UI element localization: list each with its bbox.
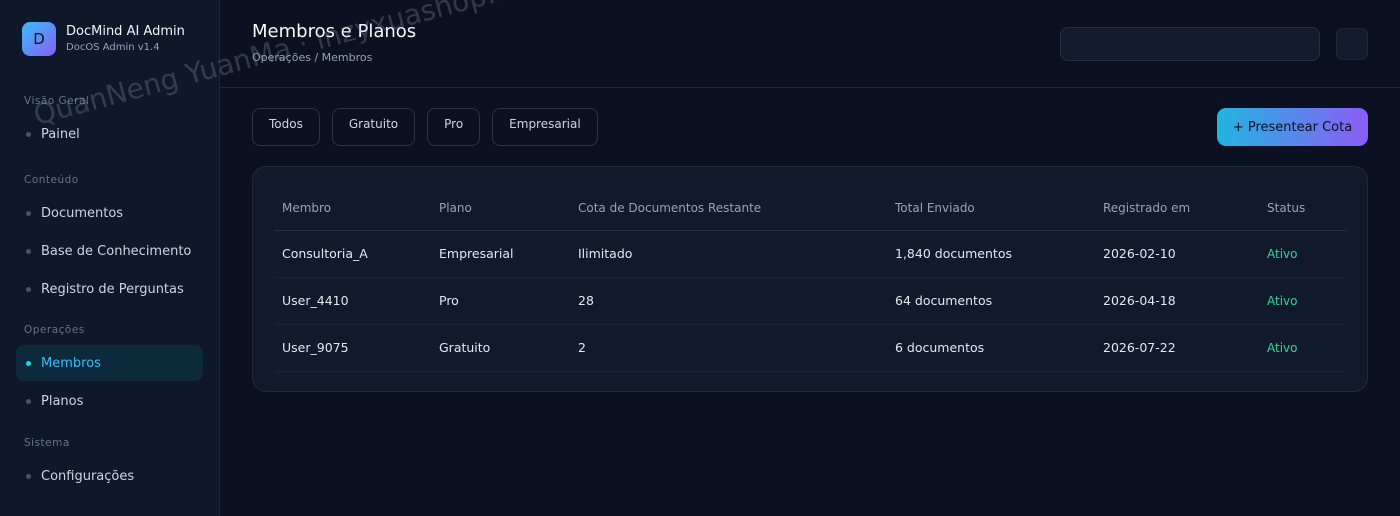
bullet-icon [26, 248, 31, 254]
filter-gratuito[interactable]: Gratuito [331, 108, 416, 146]
page-title: Membros e Planos [252, 21, 417, 42]
bullet-icon [26, 360, 31, 366]
filter-pro[interactable]: Pro [427, 108, 481, 146]
members-table: Membro Plano Cota de Documentos Restante… [274, 186, 1347, 372]
filter-todos[interactable]: Todos [252, 108, 320, 146]
cell-plan: Gratuito [431, 324, 570, 372]
sidebar-item-painel[interactable]: Painel [16, 116, 203, 152]
section-label-overview: Visão Geral [24, 95, 90, 107]
sidebar-item-label: Base de Conhecimento [41, 243, 192, 259]
table-row[interactable]: Consultoria_A Empresarial Ilimitado 1,84… [274, 230, 1347, 278]
main-content: Membros e Planos Operações / Membros Tod… [220, 0, 1400, 516]
sidebar-item-base-conhecimento[interactable]: Base de Conhecimento [16, 233, 203, 269]
cell-total: 6 documentos [887, 324, 1095, 372]
gift-quota-button[interactable]: + Presentear Cota [1217, 108, 1368, 146]
brand-subtitle: DocOS Admin v1.4 [66, 41, 160, 53]
search-input[interactable] [1060, 27, 1320, 61]
cell-registered: 2026-07-22 [1095, 324, 1259, 372]
status-badge: Ativo [1259, 277, 1347, 325]
cell-member: User_4410 [274, 277, 431, 325]
status-badge: Ativo [1259, 230, 1347, 278]
sidebar-item-label: Planos [41, 393, 84, 409]
filter-empresarial[interactable]: Empresarial [492, 108, 598, 146]
sidebar-item-label: Documentos [41, 205, 124, 221]
cell-plan: Pro [431, 277, 570, 325]
topbar: Membros e Planos Operações / Membros [220, 0, 1400, 88]
sidebar-item-planos[interactable]: Planos [16, 383, 203, 419]
bullet-icon [26, 210, 31, 216]
section-label-operations: Operações [24, 324, 85, 336]
bullet-icon [26, 473, 31, 479]
section-label-content: Conteúdo [24, 174, 79, 186]
sidebar-item-label: Painel [41, 126, 80, 142]
bullet-icon [26, 286, 31, 292]
brand-logo: D [22, 22, 56, 56]
cell-registered: 2026-02-10 [1095, 230, 1259, 278]
section-label-system: Sistema [24, 437, 70, 449]
column-header[interactable]: Cota de Documentos Restante [570, 186, 887, 231]
cell-quota: 2 [570, 324, 887, 372]
members-table-card: Membro Plano Cota de Documentos Restante… [252, 166, 1368, 392]
user-menu-button[interactable] [1336, 28, 1368, 60]
column-header[interactable]: Registrado em [1095, 186, 1259, 231]
cell-plan: Empresarial [431, 230, 570, 278]
cell-total: 1,840 documentos [887, 230, 1095, 278]
sidebar-item-registro-perguntas[interactable]: Registro de Perguntas [16, 271, 203, 307]
cell-member: Consultoria_A [274, 230, 431, 278]
plan-filters: Todos Gratuito Pro Empresarial [252, 108, 598, 146]
breadcrumb: Operações / Membros [252, 51, 373, 64]
bullet-icon [26, 398, 31, 404]
cell-registered: 2026-04-18 [1095, 277, 1259, 325]
cell-quota: 28 [570, 277, 887, 325]
cell-quota: Ilimitado [570, 230, 887, 278]
cell-total: 64 documentos [887, 277, 1095, 325]
sidebar-item-configuracoes[interactable]: Configurações [16, 458, 203, 494]
sidebar-item-documentos[interactable]: Documentos [16, 195, 203, 231]
column-header[interactable]: Membro [274, 186, 431, 231]
bullet-icon [26, 131, 31, 137]
table-row[interactable]: User_9075 Gratuito 2 6 documentos 2026-0… [274, 324, 1347, 372]
sidebar: D DocMind AI Admin DocOS Admin v1.4 Visã… [0, 0, 220, 516]
sidebar-item-label: Membros [41, 355, 101, 371]
column-header[interactable]: Total Enviado [887, 186, 1095, 231]
column-header[interactable]: Status [1259, 186, 1347, 231]
sidebar-item-label: Registro de Perguntas [41, 281, 184, 297]
sidebar-item-membros[interactable]: Membros [16, 345, 203, 381]
table-header-row: Membro Plano Cota de Documentos Restante… [274, 186, 1347, 231]
sidebar-item-label: Configurações [41, 468, 135, 484]
column-header[interactable]: Plano [431, 186, 570, 231]
brand-title: DocMind AI Admin [66, 23, 185, 39]
brand: D DocMind AI Admin DocOS Admin v1.4 [22, 22, 203, 56]
cell-member: User_9075 [274, 324, 431, 372]
status-badge: Ativo [1259, 324, 1347, 372]
app-root: D DocMind AI Admin DocOS Admin v1.4 Visã… [0, 0, 1400, 516]
table-row[interactable]: User_4410 Pro 28 64 documentos 2026-04-1… [274, 277, 1347, 325]
